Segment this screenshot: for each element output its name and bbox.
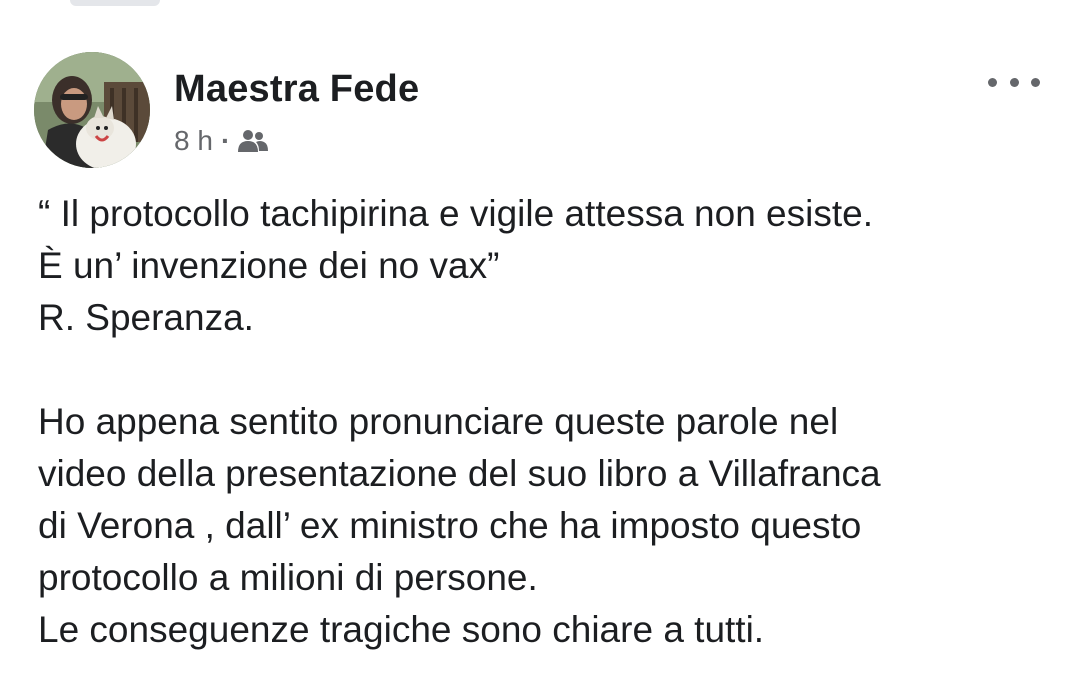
- avatar-image: [34, 52, 150, 168]
- meta-separator: ·: [220, 125, 231, 156]
- post-meta: 8 h ·: [174, 124, 269, 158]
- more-dot: [988, 77, 997, 87]
- body-line: protocollo a milioni di persone.: [38, 557, 538, 598]
- more-dot: [1031, 77, 1040, 87]
- post-timestamp[interactable]: 8 h: [174, 125, 213, 157]
- quote-line: “ Il protocollo tachipirina e vigile att…: [38, 193, 873, 234]
- quote-line: È un’ invenzione dei no vax”: [38, 245, 500, 286]
- post-text: “ Il protocollo tachipirina e vigile att…: [38, 188, 1058, 656]
- body-line: di Verona , dall’ ex ministro che ha imp…: [38, 505, 862, 546]
- body-line: video della presentazione del suo libro …: [38, 453, 881, 494]
- more-dot: [1009, 77, 1019, 87]
- avatar[interactable]: [34, 52, 150, 168]
- body-line: Ho appena sentito pronunciare queste par…: [38, 401, 839, 442]
- quote-attribution: R. Speranza.: [38, 297, 254, 338]
- top-edge-remnant: [70, 0, 160, 6]
- body-line: Le conseguenze tragiche sono chiare a tu…: [38, 609, 765, 650]
- more-options-icon[interactable]: [988, 70, 1040, 94]
- post-header: Maestra Fede 8 h ·: [34, 52, 1054, 170]
- author-name[interactable]: Maestra Fede: [174, 68, 419, 111]
- friends-icon[interactable]: [238, 128, 269, 154]
